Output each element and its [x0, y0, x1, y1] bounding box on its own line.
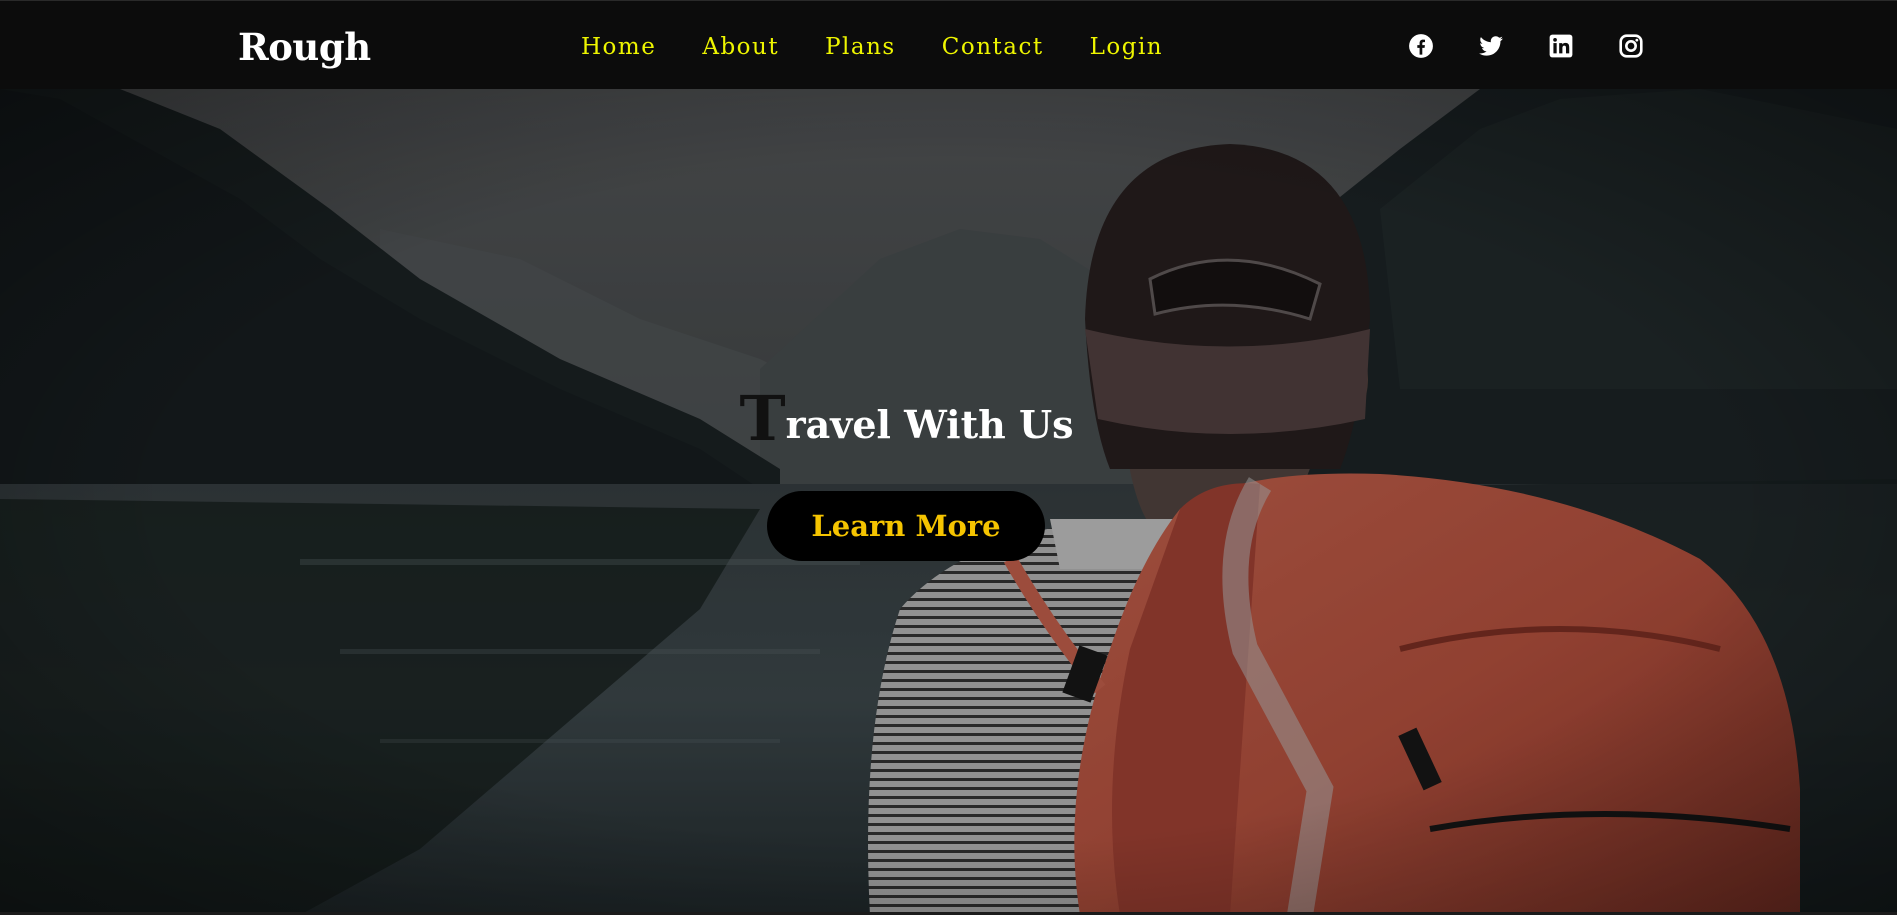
nav-home-link[interactable]: Home — [581, 32, 656, 62]
learn-more-button[interactable]: Learn More — [767, 491, 1045, 561]
hero-section: Travel With Us Learn More — [0, 89, 1897, 915]
nav-login-link[interactable]: Login — [1090, 32, 1164, 62]
linkedin-icon[interactable] — [1548, 33, 1574, 59]
nav-contact-link[interactable]: Contact — [942, 32, 1044, 62]
social-links — [1408, 33, 1644, 59]
twitter-icon[interactable] — [1478, 33, 1504, 59]
navbar: Rough Home About Plans Contact Login — [0, 0, 1897, 89]
nav-plans-link[interactable]: Plans — [825, 32, 896, 62]
hero-title-rest: ravel With Us — [785, 402, 1074, 447]
nav-about-link[interactable]: About — [702, 32, 779, 62]
main-nav: Home About Plans Contact Login — [581, 32, 1163, 62]
brand-logo[interactable]: Rough — [238, 25, 371, 69]
hero-title-first-letter: T — [739, 382, 786, 455]
hero-title: Travel With Us — [0, 388, 1813, 455]
facebook-icon[interactable] — [1408, 33, 1434, 59]
instagram-icon[interactable] — [1618, 33, 1644, 59]
